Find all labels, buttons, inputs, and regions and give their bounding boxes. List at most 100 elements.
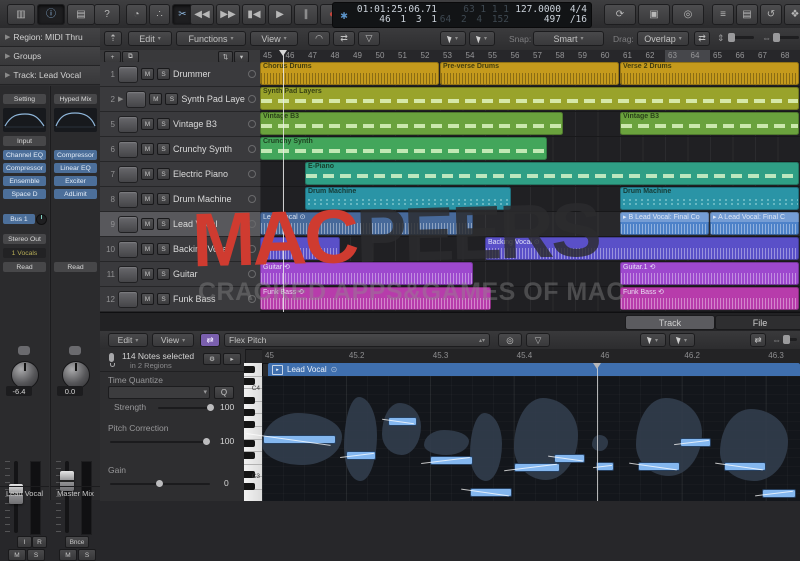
groups-inspector-header[interactable]: ▶ Groups (0, 47, 100, 66)
strength-slider[interactable] (158, 407, 214, 409)
flex-icon[interactable]: ⇄ (333, 31, 355, 46)
play-button[interactable]: ▶ (268, 4, 292, 25)
flex-pitch-canvas[interactable] (262, 376, 800, 501)
track-header-funk-bass[interactable]: 12MSFunk Bass (100, 287, 260, 312)
track-lane-vintage-b3[interactable]: Vintage B3Vintage B3 (260, 112, 800, 137)
flex-pitch-note[interactable] (680, 438, 711, 447)
left-click-tool-menu[interactable]: ▾ (440, 31, 466, 46)
input-slot[interactable]: Input (3, 136, 46, 146)
group-slot[interactable]: 1 Vocals (3, 248, 46, 258)
region-clip[interactable] (260, 237, 340, 260)
pan-knob[interactable] (62, 361, 90, 389)
output-slot[interactable]: Stereo Out (3, 234, 46, 244)
track-lane-drum-machine[interactable]: Drum MachineDrum Machine (260, 187, 800, 212)
playhead[interactable] (283, 50, 284, 312)
region-chorus-drums[interactable]: Chorus Drums (260, 62, 439, 85)
region-e-piano[interactable]: E-Piano (305, 162, 799, 185)
browsers-button[interactable]: ❖ (784, 4, 800, 25)
flex-pitch-note[interactable] (724, 462, 766, 471)
drag-select[interactable]: Overlap▾ (637, 31, 689, 46)
region-inspector-header[interactable]: ▶ Region: MIDI Thru (0, 28, 100, 47)
region-lead-vocal-final-c[interactable]: ▸ A Lead Vocal: Final C (710, 212, 799, 235)
tab-file[interactable]: File (715, 315, 800, 330)
flex-mode-select[interactable]: Flex Pitch▴▾ (224, 333, 490, 347)
tab-track[interactable]: Track (625, 315, 715, 330)
black-key[interactable] (244, 483, 255, 490)
editor-command-click-tool-menu[interactable]: ▾ (669, 333, 695, 347)
track-mute-button[interactable]: M (141, 218, 154, 230)
panel-close-button[interactable]: ▸ (223, 353, 241, 365)
track-header-synth-pad-layers[interactable]: 2▶MSSynth Pad Layers (100, 87, 260, 112)
solo-button[interactable]: S (27, 549, 45, 561)
cycle-button[interactable]: ⟳ (604, 4, 636, 25)
channel-setting-button[interactable]: Setting (3, 94, 46, 104)
editor-view-menu[interactable]: View▾ (152, 333, 194, 347)
track-lane-lead-vocal[interactable]: Lead Vocal ⊙▸ B Lead Vocal: Final Co▸ A … (260, 212, 800, 237)
hide-toolbar-button[interactable]: ⇡ (104, 31, 122, 46)
low-latency-button[interactable]: ◎ (672, 4, 704, 25)
track-lane-guitar[interactable]: Guitar ⟲Guitar.1 ⟲ (260, 262, 800, 287)
track-solo-button[interactable]: S (157, 193, 170, 205)
stack-disclosure-icon[interactable]: ▶ (118, 95, 123, 103)
region-guitar-1[interactable]: Guitar.1 ⟲ (620, 262, 799, 285)
mute-button[interactable]: M (59, 549, 77, 561)
black-key[interactable] (244, 440, 255, 447)
region-verse-2-drums[interactable]: Verse 2 Drums (620, 62, 799, 85)
track-lane-synth-pad-layers[interactable]: Synth Pad Layers (260, 87, 800, 112)
editor-playhead[interactable] (597, 363, 598, 501)
track-header-crunchy-synth[interactable]: 6MSCrunchy Synth (100, 137, 260, 162)
track-header-backing-vocal[interactable]: 10MSBacking Vocal (100, 237, 260, 262)
track-lane-funk-bass[interactable]: Funk Bass ⟲ Funk Bass ⟲ (260, 287, 800, 312)
insert-slot[interactable]: AdLimit (54, 189, 97, 199)
track-solo-button[interactable]: S (157, 68, 170, 80)
automation-mode-button[interactable]: Read (54, 262, 97, 272)
flex-pitch-note[interactable] (388, 417, 417, 426)
track-solo-button[interactable]: S (157, 118, 170, 130)
region-funk-bass[interactable]: Funk Bass ⟲ (620, 287, 799, 310)
mixer-icon[interactable]: ∴ (149, 4, 170, 25)
region-lead-vocal[interactable]: Lead Vocal ⊙ (260, 212, 473, 235)
functions-menu[interactable]: Functions▾ (176, 31, 246, 46)
solo-button[interactable]: S (78, 549, 96, 561)
track-solo-button[interactable]: S (165, 93, 178, 105)
insert-slot[interactable]: Compressor (54, 150, 97, 160)
snap-select[interactable]: Smart▾ (533, 31, 604, 46)
track-mute-button[interactable]: M (141, 68, 154, 80)
editor-playhead-handle[interactable] (593, 363, 601, 369)
editor-catch-button[interactable]: ⇄ (750, 333, 766, 347)
rewind-button[interactable]: ◀◀ (190, 4, 214, 25)
flex-pitch-note[interactable] (596, 462, 614, 471)
black-key[interactable] (244, 421, 255, 428)
track-solo-button[interactable]: S (157, 268, 170, 280)
flex-pitch-note[interactable] (638, 462, 680, 471)
track-header-electric-piano[interactable]: 7MSElectric Piano (100, 162, 260, 187)
track-header-lead-vocal[interactable]: 9MSLead Vocal (100, 212, 260, 237)
track-header-drummer[interactable]: 1MSDrummer (100, 62, 260, 87)
stop-button[interactable]: ▮◀ (242, 4, 266, 25)
track-mute-button[interactable]: M (141, 118, 154, 130)
track-solo-button[interactable]: S (157, 218, 170, 230)
flex-pitch-note[interactable] (430, 456, 473, 465)
forward-button[interactable]: ▶▶ (216, 4, 240, 25)
track-mute-button[interactable]: M (141, 143, 154, 155)
record-enable-button[interactable]: R (32, 536, 47, 548)
quick-help-icon[interactable]: ◔ (126, 4, 147, 25)
track-lane-drummer[interactable]: Chorus DrumsPre-verse DrumsVerse 2 Drums (260, 62, 800, 87)
insert-slot[interactable]: Space D (3, 189, 46, 199)
vertical-zoom-slider[interactable] (728, 36, 754, 39)
flex-pitch-note[interactable] (554, 454, 585, 463)
region-drum-machine[interactable]: Drum Machine (305, 187, 511, 210)
flex-pitch-note[interactable] (470, 488, 512, 497)
editor-region-header[interactable]: ▸ Lead Vocal ⊙ (268, 363, 800, 376)
quantize-apply-button[interactable]: Q (214, 386, 234, 399)
black-key[interactable] (244, 366, 255, 373)
lcd-display[interactable]: ✱ 01:01:25:06.71 46 1 3 1 63 1 1 1 64 2 … (332, 2, 592, 28)
black-key[interactable] (244, 452, 255, 459)
track-inspector-header[interactable]: ▶ Track: Lead Vocal (0, 66, 100, 85)
region-backing-vocal[interactable]: Backing Vocal ⊙ (485, 237, 799, 260)
gain-slider[interactable] (110, 483, 210, 485)
black-key[interactable] (244, 378, 255, 385)
black-key[interactable] (244, 409, 255, 416)
pause-button[interactable]: ∥ (294, 4, 318, 25)
region-funk-bass[interactable]: Funk Bass ⟲ (260, 287, 491, 310)
